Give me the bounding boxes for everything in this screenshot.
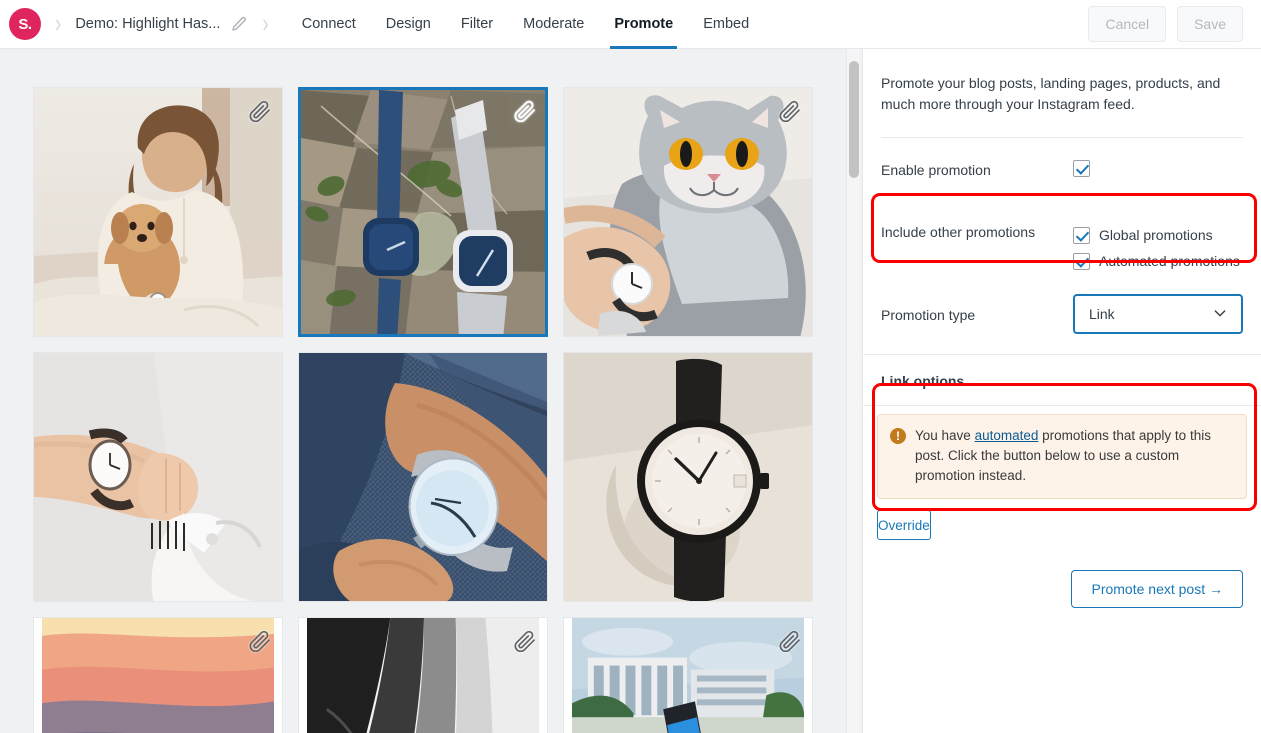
global-promotions-checkbox[interactable] (1073, 227, 1090, 244)
tab-connect-label: Connect (302, 16, 356, 32)
paperclip-icon[interactable] (513, 98, 537, 122)
automated-promotions-checkbox[interactable] (1073, 253, 1090, 270)
warning-icon (890, 428, 906, 444)
include-other-promotions-label: Include other promotions (881, 222, 1073, 240)
include-other-promotions-row: Include other promotions Global promotio… (863, 222, 1261, 274)
media-thumbnail (301, 90, 545, 334)
logo-text: S. (18, 16, 31, 33)
automated-promotions-label: Automated promotions (1099, 253, 1240, 269)
media-thumbnail (34, 353, 282, 601)
breadcrumb-separator-icon: › (55, 11, 61, 37)
promotion-type-row: Promotion type Link (863, 294, 1261, 354)
media-thumbnail (42, 618, 274, 733)
paperclip-icon[interactable] (248, 628, 272, 652)
tab-promote[interactable]: Promote (599, 0, 688, 49)
media-item-sunset-clouds[interactable] (33, 617, 283, 733)
media-scrollbar-thumb[interactable] (849, 61, 859, 178)
media-thumbnail (564, 88, 812, 336)
paperclip-icon[interactable] (778, 628, 802, 652)
tab-embed[interactable]: Embed (688, 0, 764, 49)
paperclip-icon[interactable] (778, 98, 802, 122)
media-item-two-watches-on-leaves[interactable] (298, 87, 548, 337)
enable-promotion-label: Enable promotion (881, 160, 1073, 178)
cancel-button[interactable]: Cancel (1088, 6, 1166, 42)
tab-design-label: Design (386, 16, 431, 32)
promote-settings-panel: Promote your blog posts, landing pages, … (862, 49, 1261, 733)
tab-embed-label: Embed (703, 16, 749, 32)
main-content: Promote your blog posts, landing pages, … (0, 49, 1261, 733)
paperclip-icon[interactable] (513, 628, 537, 652)
tab-design[interactable]: Design (371, 0, 446, 49)
media-thumbnail (34, 88, 282, 336)
promote-next-post-button[interactable]: Promote next post → (1071, 570, 1243, 608)
media-thumbnail (564, 353, 812, 601)
media-item-black-watch-on-beige[interactable] (563, 352, 813, 602)
media-item-cat-held-with-watch[interactable] (563, 87, 813, 337)
media-thumbnail (572, 618, 804, 733)
breadcrumb-separator-icon-2: › (262, 11, 268, 37)
media-item-wrist-watch-with-lamp[interactable] (33, 352, 283, 602)
media-scrollbar-track[interactable] (846, 49, 860, 733)
global-promotions-label: Global promotions (1099, 227, 1213, 243)
media-item-hand-holding-smartwatch[interactable] (563, 617, 813, 733)
media-item-square-watch-denim-sleeve[interactable] (298, 352, 548, 602)
tab-connect[interactable]: Connect (287, 0, 371, 49)
app-logo[interactable]: S. (9, 8, 41, 40)
media-item-woman-with-puppy[interactable] (33, 87, 283, 337)
paperclip-icon[interactable] (248, 98, 272, 122)
include-other-promotions-options: Global promotions Automated promotions (1073, 222, 1240, 274)
pencil-icon[interactable] (230, 15, 248, 33)
media-grid (33, 87, 823, 733)
automated-link[interactable]: automated (975, 428, 1039, 443)
top-bar: S. › Demo: Highlight Has... › Connect De… (0, 0, 1261, 49)
link-options-title: Link options (863, 355, 1261, 405)
panel-divider (881, 137, 1243, 138)
tab-filter-label: Filter (461, 16, 493, 32)
automated-promotions-notice: You have automated promotions that apply… (877, 414, 1247, 499)
override-button[interactable]: Override (877, 510, 931, 540)
global-promotions-option[interactable]: Global promotions (1073, 222, 1240, 248)
tab-moderate-label: Moderate (523, 16, 584, 32)
tab-promote-label: Promote (614, 16, 673, 32)
media-grid-pane (0, 49, 862, 733)
notice-text: You have automated promotions that apply… (915, 426, 1233, 486)
tab-filter[interactable]: Filter (446, 0, 508, 49)
save-button[interactable]: Save (1177, 6, 1243, 42)
promotion-type-value: Link (1089, 306, 1115, 322)
tab-moderate[interactable]: Moderate (508, 0, 599, 49)
tab-bar: Connect Design Filter Moderate Promote E… (287, 0, 764, 49)
panel-intro-text: Promote your blog posts, landing pages, … (863, 49, 1261, 115)
promote-next-wrap: Promote next post → (863, 540, 1261, 608)
media-item-black-white-architecture[interactable] (298, 617, 548, 733)
media-thumbnail (299, 353, 547, 601)
enable-promotion-checkbox[interactable] (1073, 160, 1090, 177)
chevron-down-icon (1212, 305, 1228, 324)
enable-promotion-row: Enable promotion (863, 160, 1261, 198)
automated-promotions-option[interactable]: Automated promotions (1073, 248, 1240, 274)
promotion-type-label: Promotion type (881, 305, 1073, 323)
notice-text-before: You have (915, 428, 975, 443)
media-thumbnail (307, 618, 539, 733)
link-options-divider-2 (863, 405, 1261, 406)
topbar-actions: Cancel Save (1088, 6, 1261, 42)
promotion-type-select[interactable]: Link (1073, 294, 1243, 334)
breadcrumb-title: Demo: Highlight Has... (75, 16, 220, 32)
